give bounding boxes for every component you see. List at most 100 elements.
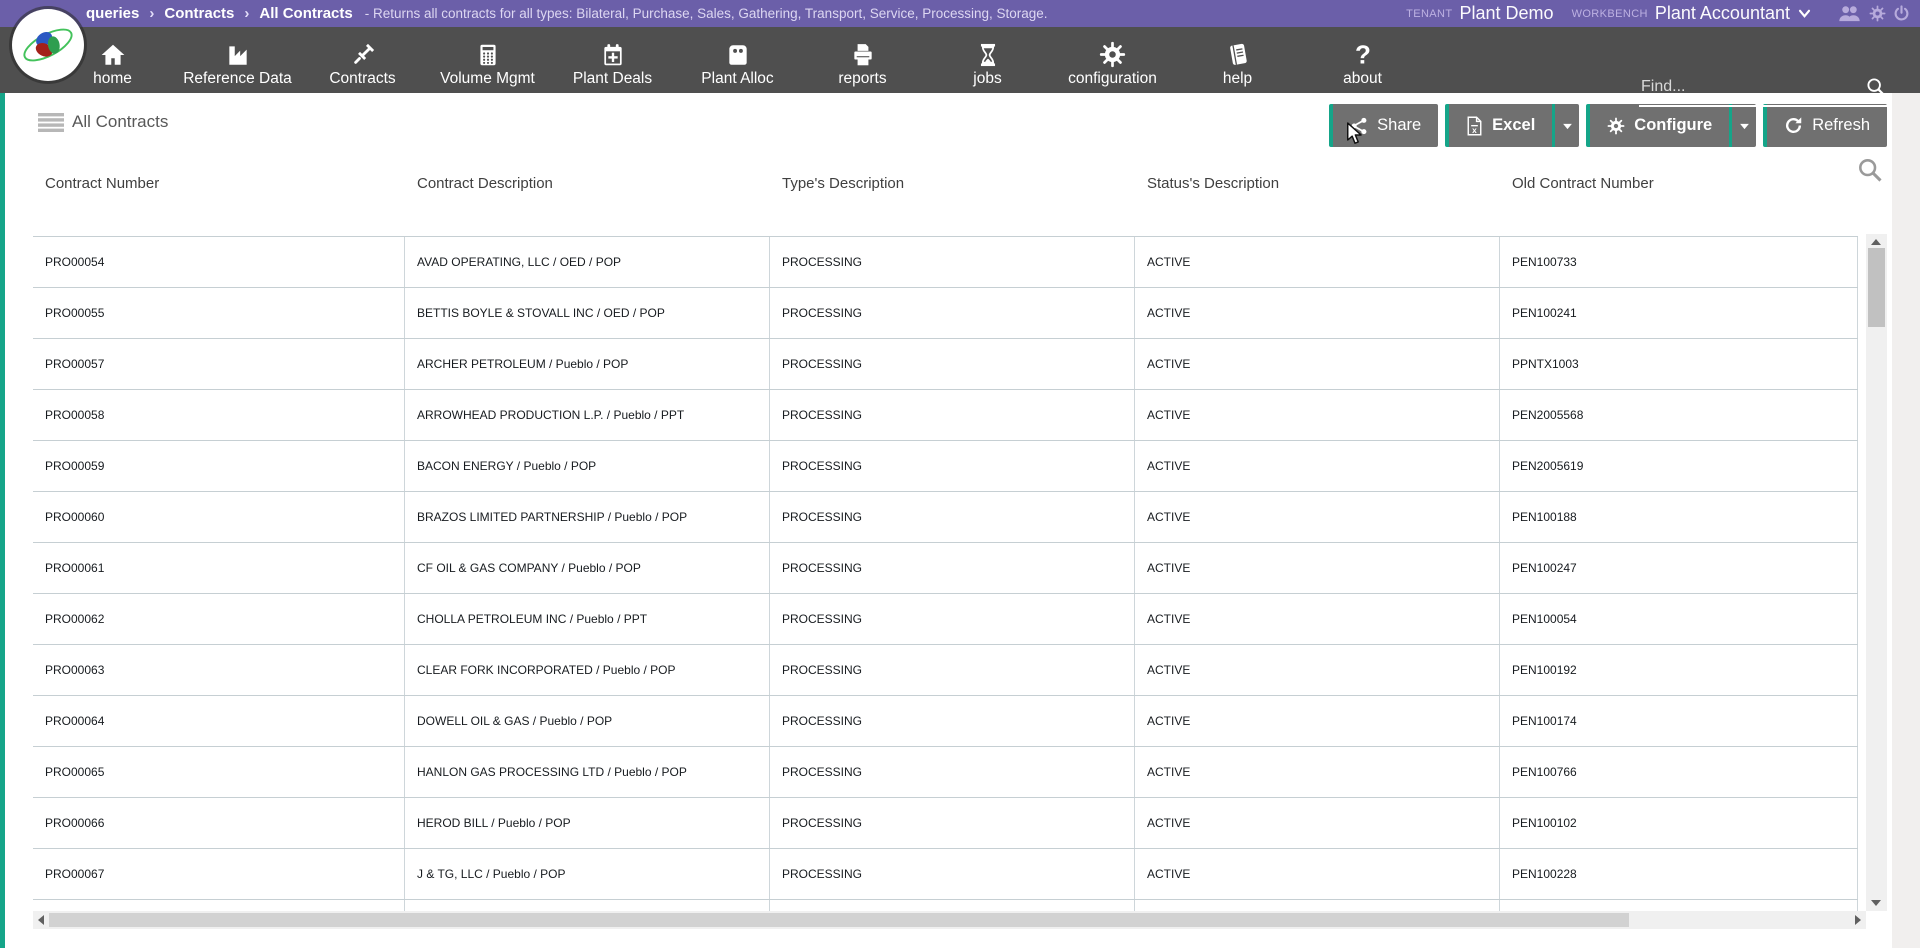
table-cell: PEN100174 bbox=[1500, 696, 1858, 746]
nav-item-label: configuration bbox=[1068, 70, 1157, 88]
chevron-down-icon[interactable] bbox=[1798, 9, 1811, 18]
table-cell: BETTIS BOYLE & STOVALL INC / OED / POP bbox=[405, 288, 770, 338]
search-icon[interactable] bbox=[1865, 76, 1887, 104]
configure-gear-icon bbox=[1607, 117, 1625, 135]
share-button[interactable]: Share bbox=[1329, 104, 1438, 147]
table-cell: PEN2005568 bbox=[1500, 390, 1858, 440]
vertical-scrollbar-thumb[interactable] bbox=[1868, 248, 1885, 327]
table-cell: ACTIVE bbox=[1135, 492, 1500, 542]
breadcrumb-item[interactable]: All Contracts bbox=[259, 5, 352, 22]
table-row[interactable]: PRO00062CHOLLA PETROLEUM INC / Pueblo / … bbox=[33, 594, 1858, 645]
left-accent-bar bbox=[0, 93, 5, 948]
nav-item-reports[interactable]: reports bbox=[800, 27, 925, 93]
table-cell: ACTIVE bbox=[1135, 237, 1500, 287]
table-cell: ACTIVE bbox=[1135, 441, 1500, 491]
column-header[interactable]: Old Contract Number bbox=[1500, 175, 1858, 192]
column-header[interactable]: Status's Description bbox=[1135, 175, 1500, 192]
nav-item-configuration[interactable]: configuration bbox=[1050, 27, 1175, 93]
vertical-scrollbar[interactable] bbox=[1866, 234, 1887, 911]
table-row[interactable]: PRO00055BETTIS BOYLE & STOVALL INC / OED… bbox=[33, 288, 1858, 339]
app-logo[interactable] bbox=[12, 9, 84, 81]
table-cell: PRO00062 bbox=[33, 594, 405, 644]
table-row[interactable]: PRO00067J & TG, LLC / Pueblo / POPPROCES… bbox=[33, 849, 1858, 900]
nav-item-plant-deals[interactable]: Plant Deals bbox=[550, 27, 675, 93]
refresh-icon bbox=[1784, 116, 1803, 135]
table-row[interactable]: PRO00057ARCHER PETROLEUM / Pueblo / POP P… bbox=[33, 339, 1858, 390]
table-row[interactable]: PRO00060BRAZOS LIMITED PARTNERSHIP / Pue… bbox=[33, 492, 1858, 543]
table-cell: PROCESSING bbox=[770, 645, 1135, 695]
table-row[interactable]: PRO00065HANLON GAS PROCESSING LTD / Pueb… bbox=[33, 747, 1858, 798]
table-row[interactable]: PRO00063CLEAR FORK INCORPORATED / Pueblo… bbox=[33, 645, 1858, 696]
breadcrumb-item[interactable]: queries bbox=[86, 5, 139, 22]
scroll-left-arrow[interactable] bbox=[38, 915, 44, 925]
grid-search-icon[interactable] bbox=[1856, 156, 1884, 189]
nav-item-volume-mgmt[interactable]: Volume Mgmt bbox=[425, 27, 550, 93]
horizontal-scrollbar-thumb[interactable] bbox=[49, 913, 1629, 927]
table-row[interactable]: PRO00066HEROD BILL / Pueblo / POPPROCESS… bbox=[33, 798, 1858, 849]
table-row[interactable]: PRO00059BACON ENERGY / Pueblo / POPPROCE… bbox=[33, 441, 1858, 492]
table-row[interactable]: PRO00054AVAD OPERATING, LLC / OED / POPP… bbox=[33, 237, 1858, 288]
table-cell: PEN100188 bbox=[1500, 492, 1858, 542]
table-cell: PROCESSING bbox=[770, 390, 1135, 440]
scroll-right-arrow[interactable] bbox=[1855, 915, 1861, 925]
table-cell bbox=[1500, 900, 1858, 911]
breadcrumb-item[interactable]: Contracts bbox=[164, 5, 234, 22]
table-cell: ARCHER PETROLEUM / Pueblo / POP bbox=[405, 339, 770, 389]
nav-item-about[interactable]: ?about bbox=[1300, 27, 1425, 93]
table-cell: PRO00055 bbox=[33, 288, 405, 338]
horizontal-scrollbar[interactable] bbox=[33, 911, 1866, 929]
share-button-label: Share bbox=[1377, 116, 1421, 135]
workbench-label: WORKBENCH bbox=[1572, 8, 1648, 20]
configure-dropdown-button[interactable] bbox=[1729, 104, 1756, 147]
nav-item-plant-alloc[interactable]: Plant Alloc bbox=[675, 27, 800, 93]
users-icon[interactable] bbox=[1837, 5, 1862, 22]
table-cell: PRO00065 bbox=[33, 747, 405, 797]
scroll-up-arrow[interactable] bbox=[1871, 239, 1881, 245]
nav-items: homeReference DataContractsVolume MgmtPl… bbox=[50, 27, 1425, 93]
configure-button-label: Configure bbox=[1634, 116, 1712, 135]
table-cell: PRO00057 bbox=[33, 339, 405, 389]
factory-icon bbox=[224, 38, 252, 68]
nav-item-contracts[interactable]: Contracts bbox=[300, 27, 425, 93]
table-cell: CHOLLA PETROLEUM INC / Pueblo / PPT bbox=[405, 594, 770, 644]
table-cell: PEN100102 bbox=[1500, 798, 1858, 848]
nav-item-label: Reference Data bbox=[183, 70, 292, 88]
table-cell: BACON ENERGY / Pueblo / POP bbox=[405, 441, 770, 491]
refresh-button[interactable]: Refresh bbox=[1763, 104, 1887, 147]
gear-icon[interactable] bbox=[1869, 5, 1886, 22]
scroll-down-arrow[interactable] bbox=[1871, 900, 1881, 906]
column-header[interactable]: Contract Description bbox=[405, 175, 770, 192]
table-row[interactable] bbox=[33, 900, 1858, 911]
table-cell: PROCESSING bbox=[770, 288, 1135, 338]
nav-item-label: home bbox=[93, 70, 132, 88]
table-row[interactable]: PRO00064DOWELL OIL & GAS / Pueblo / POPP… bbox=[33, 696, 1858, 747]
table-cell: HANLON GAS PROCESSING LTD / Pueblo / POP bbox=[405, 747, 770, 797]
svg-text:x: x bbox=[1472, 125, 1477, 135]
table-cell: PPNTX1003 bbox=[1500, 339, 1858, 389]
column-header[interactable]: Contract Number bbox=[33, 175, 405, 192]
nav-item-help[interactable]: help bbox=[1175, 27, 1300, 93]
configure-button[interactable]: Configure bbox=[1586, 104, 1729, 147]
power-icon[interactable] bbox=[1893, 5, 1910, 22]
table-cell: PROCESSING bbox=[770, 594, 1135, 644]
column-header[interactable]: Type's Description bbox=[770, 175, 1135, 192]
table-cell: PRO00060 bbox=[33, 492, 405, 542]
page-right-margin bbox=[1892, 93, 1920, 948]
table-cell: ACTIVE bbox=[1135, 696, 1500, 746]
workbench-value[interactable]: Plant Accountant bbox=[1655, 3, 1790, 24]
nav-item-label: about bbox=[1343, 70, 1382, 88]
nav-item-reference-data[interactable]: Reference Data bbox=[175, 27, 300, 93]
excel-split-button: x Excel bbox=[1445, 104, 1579, 147]
excel-dropdown-button[interactable] bbox=[1552, 104, 1579, 147]
table-cell: PRO00066 bbox=[33, 798, 405, 848]
find-input[interactable] bbox=[1639, 78, 1865, 102]
table-cell: AVAD OPERATING, LLC / OED / POP bbox=[405, 237, 770, 287]
nav-item-jobs[interactable]: jobs bbox=[925, 27, 1050, 93]
table-row[interactable]: PRO00058ARROWHEAD PRODUCTION L.P. / Pueb… bbox=[33, 390, 1858, 441]
table-row[interactable]: PRO00061CF OIL & GAS COMPANY / Pueblo / … bbox=[33, 543, 1858, 594]
table-cell: PRO00063 bbox=[33, 645, 405, 695]
excel-button[interactable]: x Excel bbox=[1445, 104, 1552, 147]
table-cell: PROCESSING bbox=[770, 696, 1135, 746]
breadcrumb-separator-icon: › bbox=[244, 5, 249, 22]
list-icon[interactable] bbox=[38, 112, 64, 139]
